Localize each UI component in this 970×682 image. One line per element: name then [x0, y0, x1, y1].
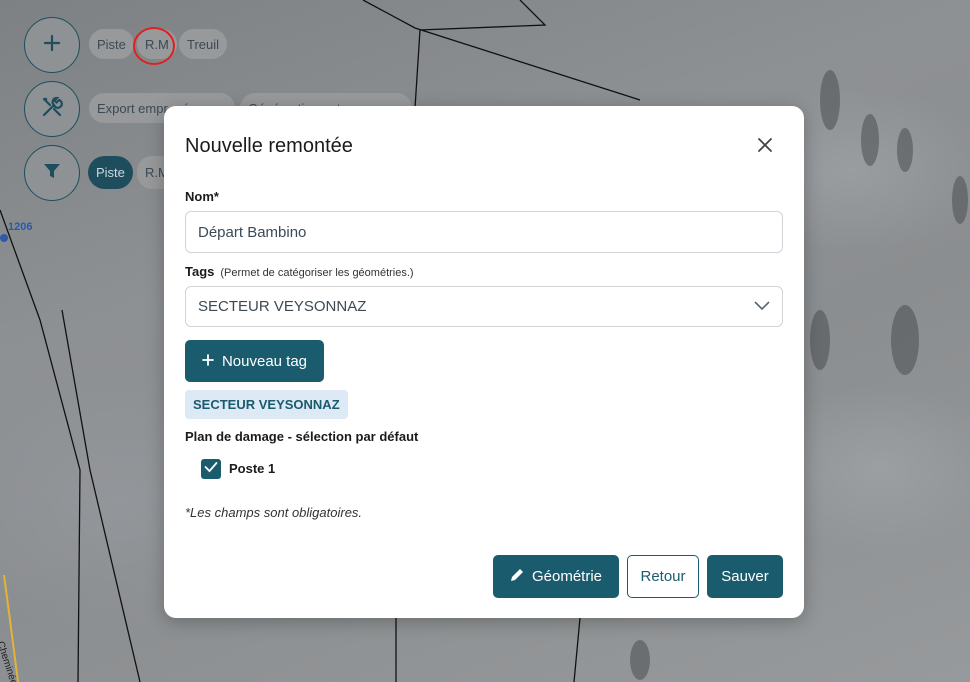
poste-1-label: Poste 1 [229, 461, 276, 476]
save-button[interactable]: Sauver [707, 555, 783, 598]
geometry-button[interactable]: Géométrie [493, 555, 619, 598]
new-lift-dialog: Nouvelle remontée Nom* Tags (Permet de ca… [164, 106, 804, 618]
plus-icon [202, 353, 214, 370]
poste-1-checkbox[interactable] [201, 459, 221, 479]
geometry-label: Géométrie [531, 568, 603, 585]
required-note: *Les champs sont obligatoires. [185, 505, 363, 520]
close-button[interactable] [754, 136, 776, 158]
tags-select[interactable]: SECTEUR VEYSONNAZ [185, 286, 783, 327]
back-button[interactable]: Retour [627, 555, 699, 598]
tags-hint: (Permet de catégoriser les géométries.) [220, 267, 414, 279]
pencil-icon [510, 568, 524, 586]
check-icon [204, 460, 218, 478]
tags-select-value: SECTEUR VEYSONNAZ [198, 298, 367, 315]
new-tag-label: Nouveau tag [221, 352, 308, 370]
chevron-down-icon [754, 298, 770, 315]
name-label: Nom* [185, 189, 219, 204]
name-field[interactable] [185, 211, 783, 253]
tags-label: Tags [185, 264, 215, 279]
new-tag-button[interactable]: Nouveau tag [185, 340, 324, 382]
dialog-title: Nouvelle remontée [185, 135, 353, 157]
close-icon [757, 137, 773, 158]
tags-label-group: Tags (Permet de catégoriser les géométrie… [185, 264, 414, 279]
tag-pill[interactable]: SECTEUR VEYSONNAZ [185, 390, 348, 419]
plan-label: Plan de damage - sélection par défaut [185, 429, 419, 444]
